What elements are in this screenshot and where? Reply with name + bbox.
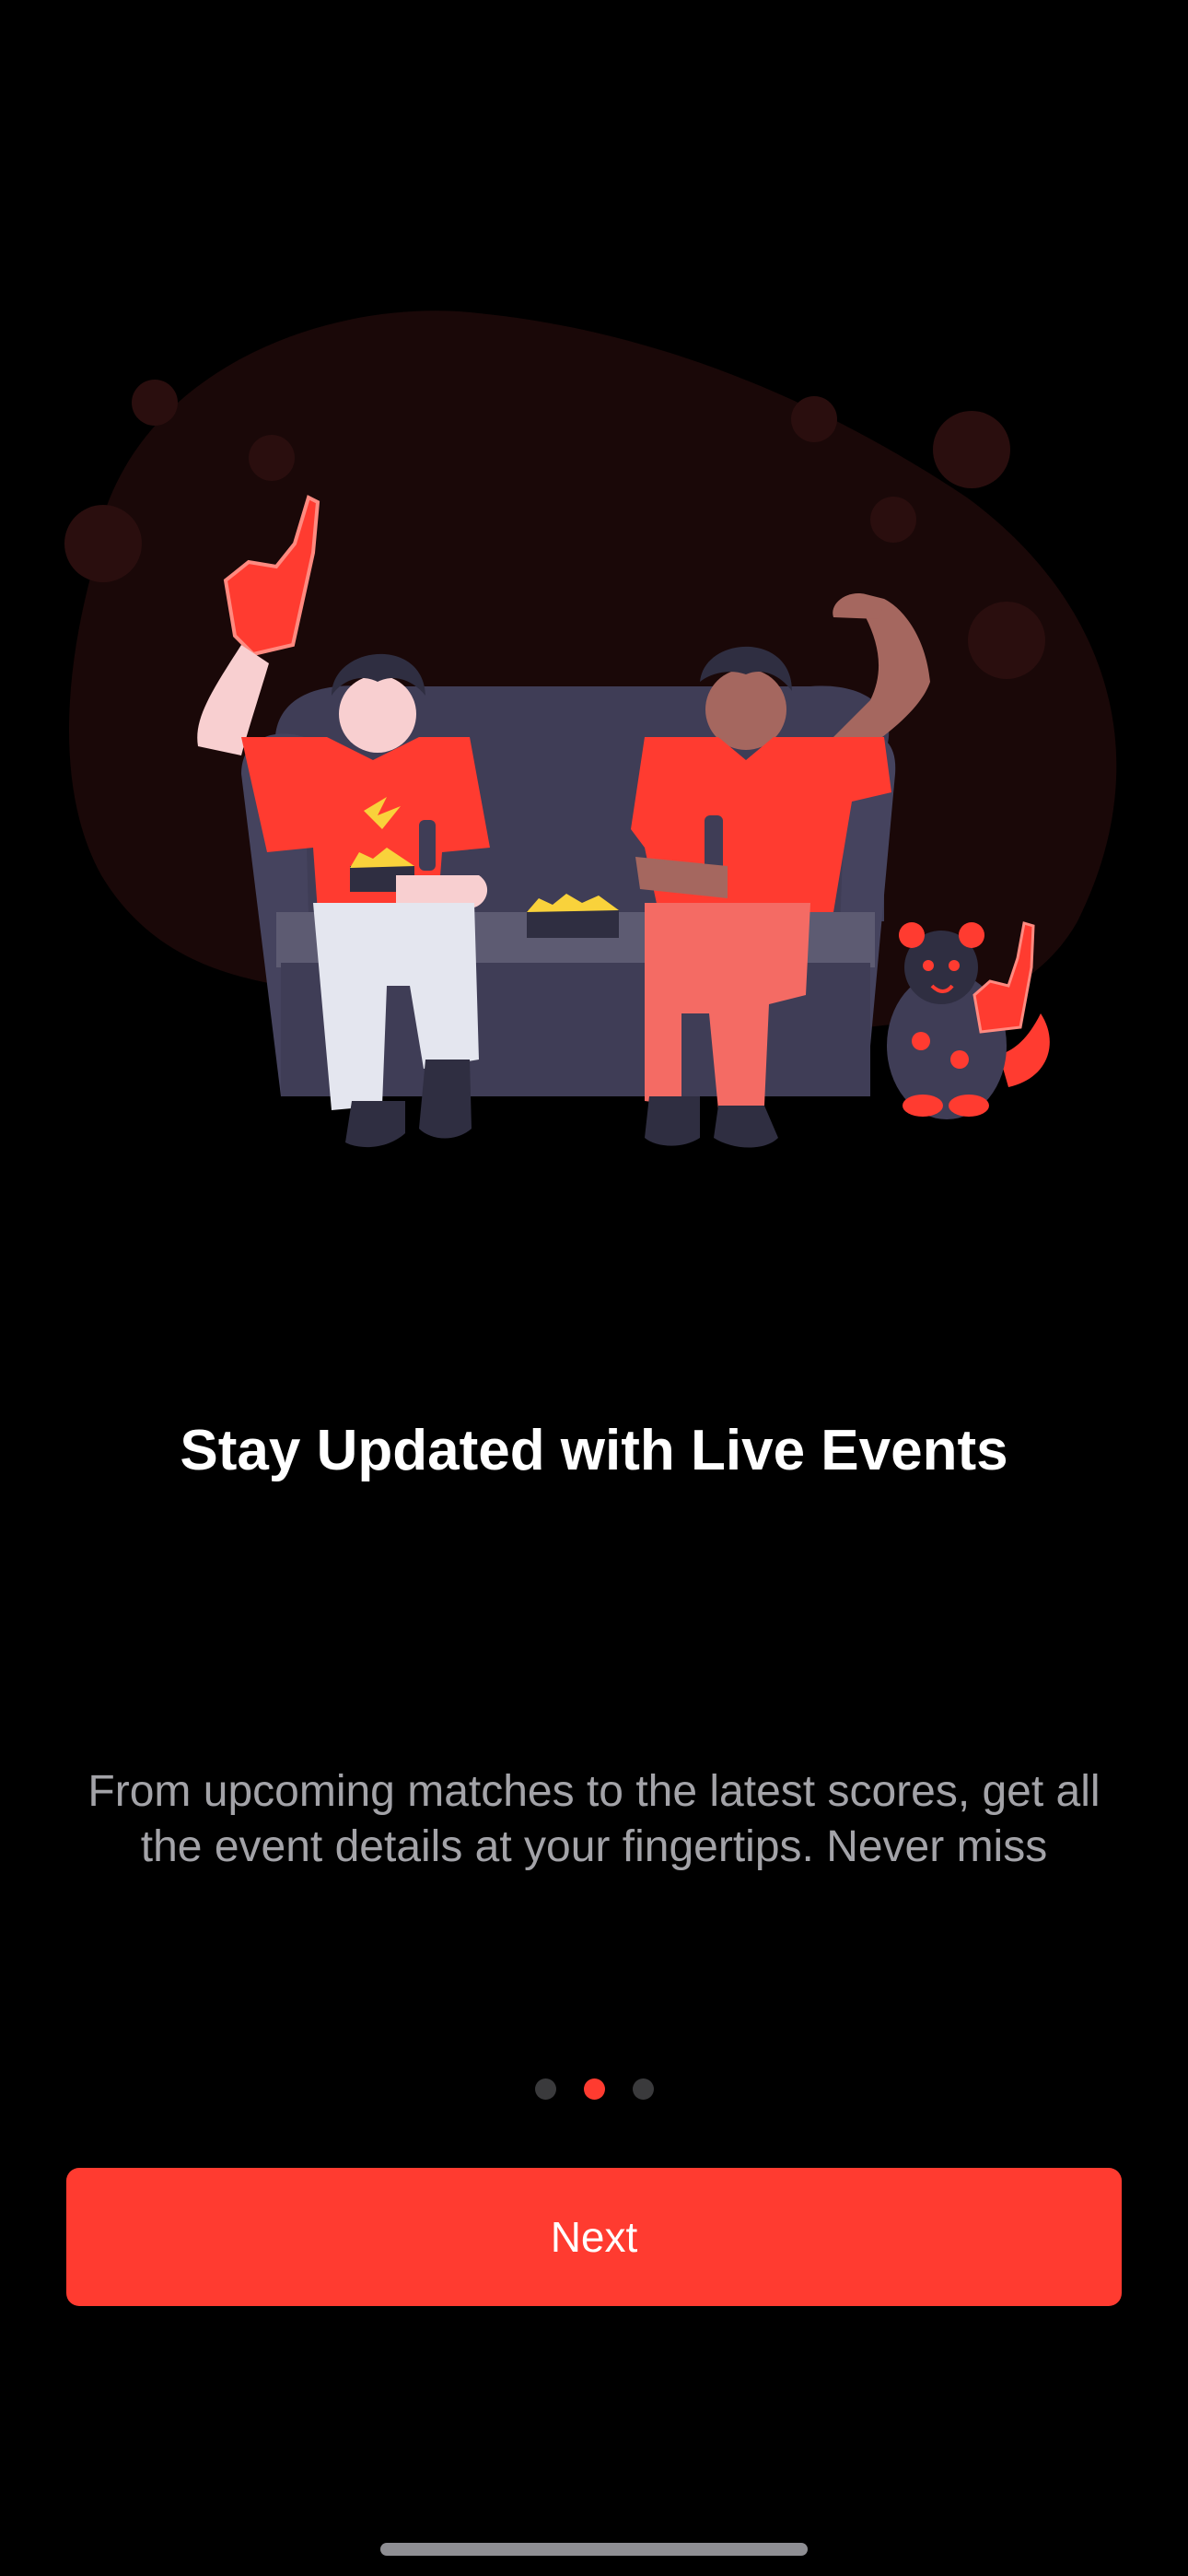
page-dot[interactable] [534,2078,556,2100]
next-button[interactable]: Next [66,2168,1122,2306]
page-dot[interactable] [632,2078,654,2100]
onboarding-description: From upcoming matches to the latest scor… [87,1767,1101,1871]
mascot [887,921,1050,1119]
home-indicator[interactable] [380,2543,808,2556]
page-indicator[interactable] [0,2078,1188,2100]
page-dot-active[interactable] [583,2078,605,2100]
sports-fans-illustration [0,276,1188,1198]
snack-bowl [527,910,619,938]
page-title: Stay Updated with Live Events [180,1419,1008,1482]
